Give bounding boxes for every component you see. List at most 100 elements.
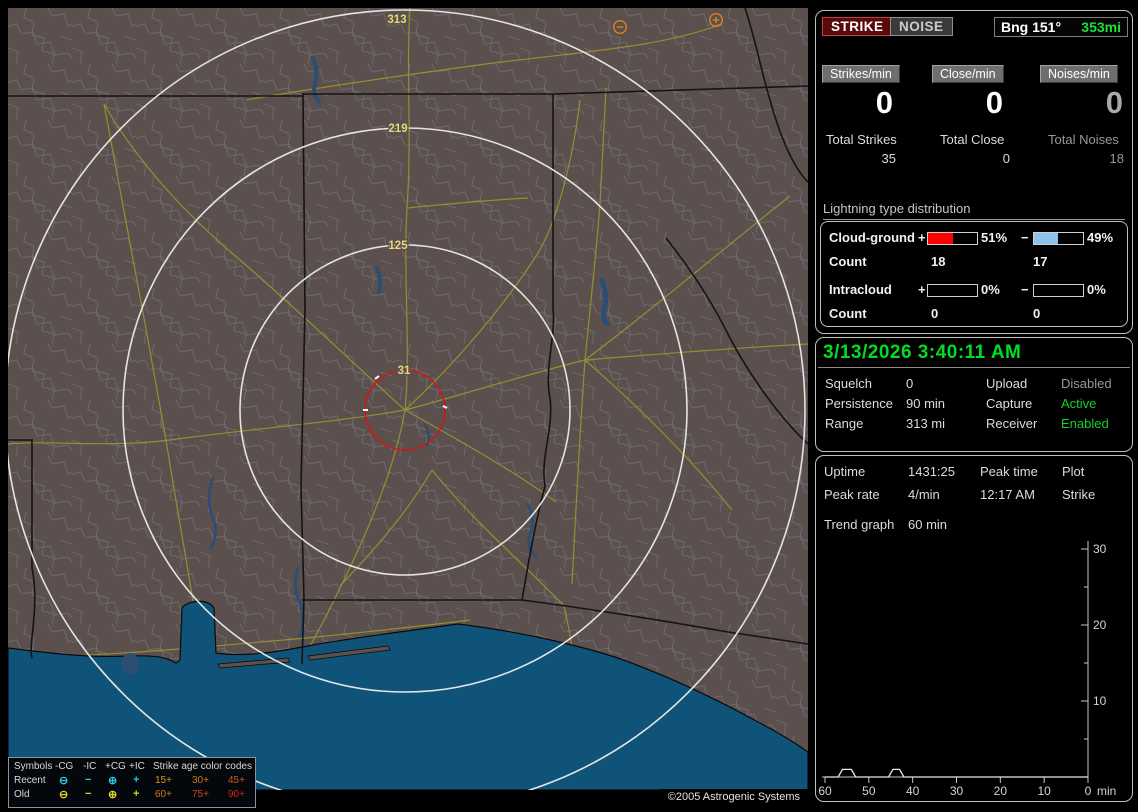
total-close-value: 0: [1002, 151, 1010, 166]
circle-plus-icon: ⊕: [108, 789, 118, 801]
x-tick-label: 50: [862, 784, 876, 798]
strike-counters-panel: STRIKE NOISE Bng 151° 353mi Strikes/min …: [815, 10, 1133, 334]
plus-icon: +: [133, 788, 140, 800]
y-tick-label: 20: [1093, 618, 1107, 632]
minus-sign: −: [1021, 230, 1029, 245]
range-ring-label: 219: [388, 123, 407, 135]
range-value: 313 mi: [906, 416, 946, 431]
x-tick-label: 60: [818, 784, 832, 798]
minus-icon: −: [85, 788, 92, 800]
range-ring-label: 125: [388, 240, 408, 252]
cloud-ground-label: Cloud-ground: [829, 230, 915, 245]
legend-col-pic: +IC: [129, 761, 145, 772]
ic-positive-bar: [927, 284, 978, 297]
legend-age-header: Strike age color codes: [153, 761, 252, 772]
strikes-per-min-button[interactable]: Strikes/min: [822, 65, 900, 83]
trend-window-value: 60 min: [908, 517, 948, 532]
ic-negative-bar: [1033, 284, 1084, 297]
plus-sign: +: [918, 282, 926, 297]
legend-col-ncg: -CG: [55, 761, 74, 772]
age-code-60: 60+: [155, 789, 172, 800]
intracloud-label: Intracloud: [829, 282, 892, 297]
y-tick-label: 30: [1093, 542, 1107, 556]
total-strikes-label: Total Strikes: [826, 132, 897, 147]
noises-per-min-value: 0: [1105, 85, 1123, 120]
distribution-title: Lightning type distribution: [823, 201, 1125, 220]
circle-minus-icon: ⊖: [59, 775, 69, 787]
age-code-30: 30+: [192, 775, 209, 786]
receiver-label: Receiver: [986, 416, 1038, 431]
map-legend: Symbols -CG -IC +CG +IC Strike age color…: [8, 757, 256, 808]
noises-per-min-button[interactable]: Noises/min: [1040, 65, 1118, 83]
bearing-readout: Bng 151° 353mi: [994, 17, 1128, 37]
close-per-min-value: 0: [985, 85, 1003, 120]
age-code-75: 75+: [192, 789, 209, 800]
cg-positive-count: 18: [931, 254, 946, 269]
peak-rate-label: Peak rate: [824, 487, 880, 502]
status-panel: 3/13/2026 3:40:11 AM Squelch 0 Upload Di…: [815, 337, 1133, 452]
total-close-label: Total Close: [940, 132, 1005, 147]
plot-label: Plot: [1062, 464, 1085, 479]
cg-negative-count: 17: [1033, 254, 1048, 269]
upload-status: Disabled: [1061, 376, 1112, 391]
minus-icon: −: [85, 774, 92, 786]
trend-panel: Uptime 1431:25 Peak time Plot Peak rate …: [815, 455, 1133, 802]
age-code-90: 90+: [228, 789, 245, 800]
total-strikes-value: 35: [881, 151, 896, 166]
x-axis-unit: min: [1097, 784, 1116, 798]
cg-negative-bar: [1033, 232, 1084, 245]
persistence-label: Persistence: [825, 396, 893, 411]
minus-sign: −: [1021, 282, 1029, 297]
squelch-label: Squelch: [825, 376, 872, 391]
capture-label: Capture: [986, 396, 1033, 411]
uptime-value: 1431:25: [908, 464, 955, 479]
range-label: Range: [825, 416, 864, 431]
ic-negative-pct: 0%: [1087, 282, 1106, 297]
range-ring-label: 313: [387, 14, 406, 26]
x-tick-label: 10: [1037, 784, 1051, 798]
age-code-15: 15+: [155, 775, 172, 786]
x-tick-label: 0: [1085, 784, 1092, 798]
persistence-value: 90 min: [906, 396, 946, 411]
strike-mode-button[interactable]: STRIKE: [822, 17, 893, 36]
x-tick-label: 20: [994, 784, 1008, 798]
legend-row-recent-label: Recent: [14, 775, 46, 786]
copyright-text: ©2005 Astrogenic Systems: [659, 789, 808, 808]
x-tick-label: 30: [950, 784, 964, 798]
receiver-status: Enabled: [1061, 416, 1109, 431]
capture-status: Active: [1061, 396, 1097, 411]
noise-mode-button[interactable]: NOISE: [890, 17, 953, 36]
legend-col-pcg: +CG: [105, 761, 126, 772]
upload-label: Upload: [986, 376, 1028, 391]
datetime-display: 3/13/2026 3:40:11 AM: [823, 342, 1022, 363]
age-code-45: 45+: [228, 775, 245, 786]
cg-negative-pct: 49%: [1087, 230, 1114, 245]
cg-count-label: Count: [829, 254, 867, 269]
lake: [121, 653, 139, 675]
legend-col-nic: -IC: [83, 761, 97, 772]
legend-row-old-label: Old: [14, 789, 30, 800]
ic-count-label: Count: [829, 306, 867, 321]
app-window: 313 219 125 31 ©2005 Astrogenic Systems …: [0, 0, 1138, 812]
total-noises-label: Total Noises: [1048, 132, 1119, 147]
ic-negative-count: 0: [1033, 306, 1041, 321]
plus-icon: +: [133, 774, 140, 786]
range-ring-label: 31: [398, 365, 411, 377]
cg-positive-bar: [927, 232, 978, 245]
y-tick-label: 10: [1093, 694, 1107, 708]
trend-graph: 10 20 30 60 50 40 30 20 10 0 min: [818, 541, 1116, 798]
ic-positive-count: 0: [931, 306, 939, 321]
strike-rate-series: [825, 768, 1088, 778]
strike-map[interactable]: 313 219 125 31: [8, 8, 808, 790]
strikes-per-min-value: 0: [875, 85, 893, 120]
uptime-label: Uptime: [824, 464, 866, 479]
map-canvas[interactable]: 313 219 125 31: [8, 8, 808, 790]
close-per-min-button[interactable]: Close/min: [932, 65, 1004, 83]
squelch-value: 0: [906, 376, 914, 391]
peak-rate-value: 4/min: [908, 487, 940, 502]
plot-type-value: Strike: [1062, 487, 1096, 502]
legend-symbols-header: Symbols: [14, 761, 53, 772]
total-noises-value: 18: [1109, 151, 1124, 166]
trend-graph-label: Trend graph: [824, 517, 895, 532]
plus-sign: +: [918, 230, 926, 245]
